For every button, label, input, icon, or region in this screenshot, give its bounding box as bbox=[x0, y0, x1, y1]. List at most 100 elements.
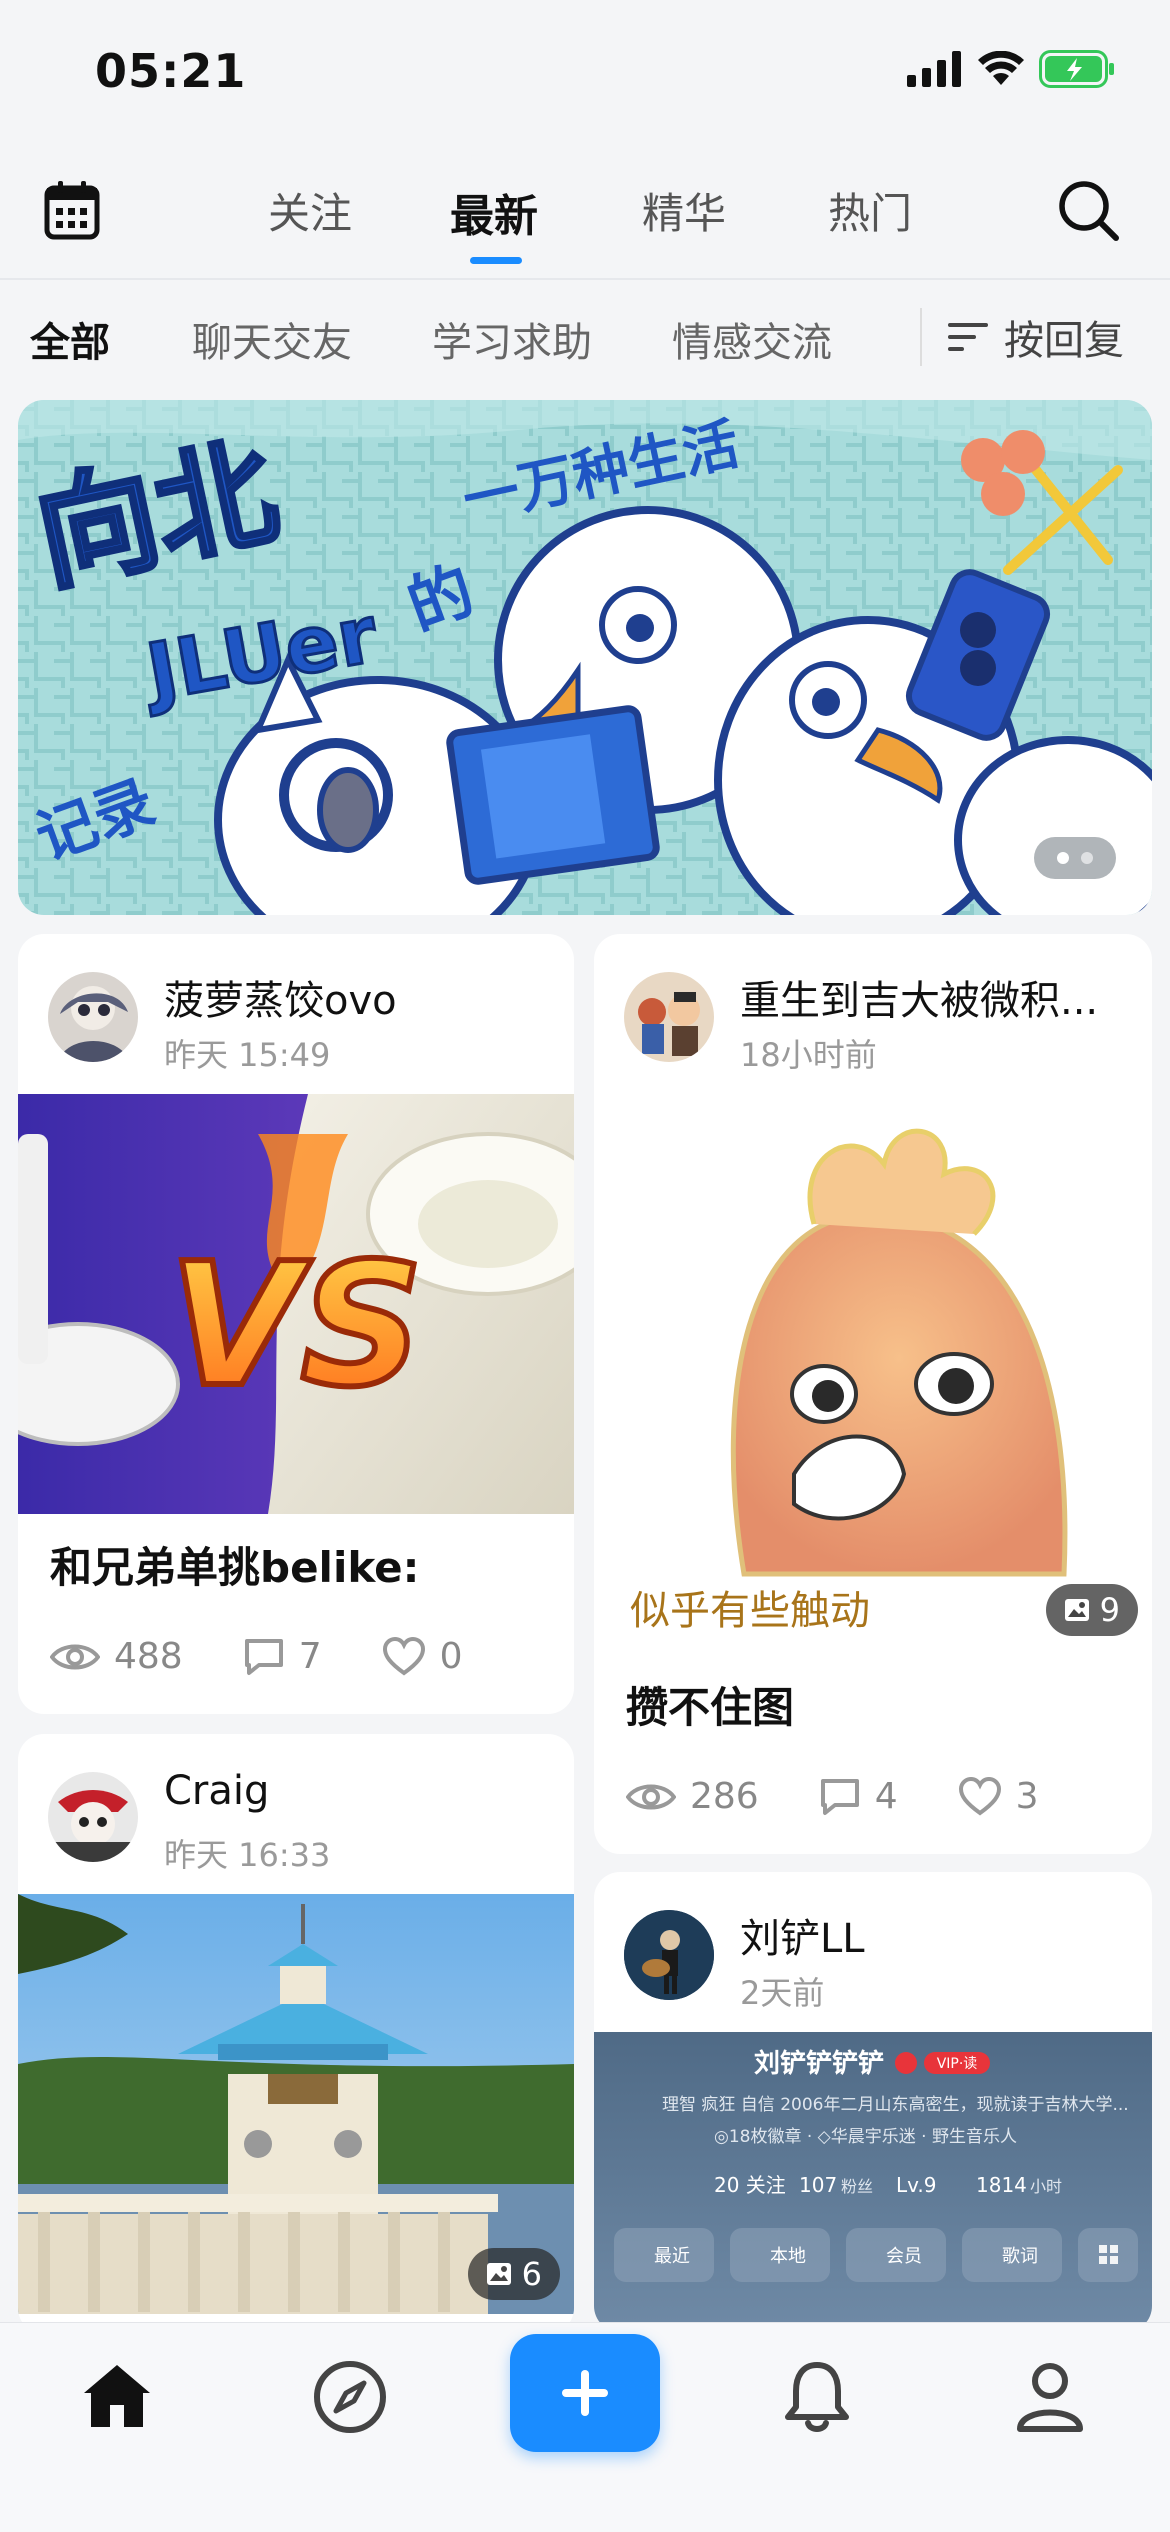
profile-icon bbox=[1017, 2363, 1083, 2432]
tab-follow[interactable]: 关注 bbox=[268, 180, 352, 241]
top-tabs: 关注 最新 精华 热门 bbox=[0, 150, 1170, 280]
shot-bio: 理智 疯狂 自信 2006年二月山东高密生，现就读于吉林大学... bbox=[662, 2095, 1129, 2115]
like-count-value: 0 bbox=[439, 1636, 463, 1677]
sort-icon bbox=[948, 323, 988, 351]
category-row: 全部 聊天交友 学习求助 情感交流 按回复 bbox=[0, 280, 1170, 390]
wifi-icon bbox=[978, 51, 1024, 85]
battery-icon bbox=[1039, 50, 1114, 88]
like-count[interactable]: 3 bbox=[958, 1776, 1039, 1817]
comment-count[interactable]: 4 bbox=[819, 1776, 898, 1817]
shot-fans-num: 107 bbox=[799, 2173, 837, 2197]
post-author[interactable]: 重生到吉大被微积... bbox=[740, 968, 1098, 1026]
eye-icon bbox=[626, 1784, 676, 1809]
post-card[interactable]: 菠萝蒸饺ovo 昨天 15:49 VS 和兄弟单挑belike: 488 7 0 bbox=[18, 934, 574, 1714]
post-title[interactable]: 攒不住图 bbox=[626, 1674, 794, 1735]
post-stats: 488 7 0 bbox=[50, 1636, 523, 1677]
avatar[interactable] bbox=[624, 972, 714, 1062]
post-time: 昨天 15:49 bbox=[164, 1036, 331, 1074]
shot-name: 刘铲铲铲铲 bbox=[754, 2049, 884, 2079]
shot-follow: 20 关注 bbox=[714, 2173, 786, 2197]
signal-icon bbox=[907, 51, 961, 87]
post-author[interactable]: 刘铲LL bbox=[740, 1906, 865, 1964]
shot-fans-label: 粉丝 bbox=[841, 2177, 873, 2196]
post-image[interactable]: VS bbox=[18, 1094, 574, 1514]
heart-icon bbox=[958, 1776, 1001, 1815]
view-count: 488 bbox=[50, 1636, 183, 1677]
post-title[interactable]: 和兄弟单挑belike: bbox=[50, 1534, 419, 1595]
post-image[interactable]: 6 bbox=[18, 1894, 574, 2314]
shot-hours-label: 小时 bbox=[1030, 2177, 1062, 2196]
post-time: 18小时前 bbox=[740, 1036, 877, 1074]
comment-icon bbox=[820, 1778, 859, 1815]
tab-notifications[interactable] bbox=[782, 2359, 852, 2441]
post-time: 昨天 16:33 bbox=[164, 1836, 331, 1874]
category-study[interactable]: 学习求助 bbox=[432, 310, 592, 368]
vs-text: VS bbox=[169, 1227, 423, 1425]
shot-btn-vip: 会员 bbox=[886, 2246, 922, 2267]
comment-count-value: 7 bbox=[298, 1636, 322, 1677]
like-count-value: 3 bbox=[1015, 1776, 1039, 1817]
avatar[interactable] bbox=[624, 1910, 714, 2000]
avatar[interactable] bbox=[48, 1772, 138, 1862]
banner-dot-active bbox=[1057, 852, 1069, 864]
banner-dot bbox=[1081, 852, 1093, 864]
home-icon bbox=[84, 2365, 150, 2427]
status-time: 05:21 bbox=[95, 44, 247, 98]
tab-featured[interactable]: 精华 bbox=[642, 180, 726, 241]
tab-profile[interactable] bbox=[1012, 2359, 1088, 2439]
avatar[interactable] bbox=[48, 972, 138, 1062]
post-author[interactable]: 菠萝蒸饺ovo bbox=[164, 968, 397, 1026]
like-count[interactable]: 0 bbox=[382, 1636, 463, 1677]
image-icon bbox=[1064, 1599, 1089, 1621]
shot-badge: VIP·读 bbox=[937, 2055, 978, 2072]
compass-icon bbox=[314, 2361, 386, 2433]
category-emotion[interactable]: 情感交流 bbox=[672, 310, 832, 368]
post-time: 2天前 bbox=[740, 1974, 825, 2012]
image-caption: 似乎有些触动 bbox=[630, 1588, 870, 1634]
comment-count-value: 4 bbox=[874, 1776, 898, 1817]
category-all[interactable]: 全部 bbox=[30, 310, 110, 368]
search-icon bbox=[1059, 181, 1119, 241]
view-count: 286 bbox=[626, 1776, 759, 1817]
tab-hot[interactable]: 热门 bbox=[828, 180, 912, 241]
sort-label: 按回复 bbox=[1004, 318, 1124, 364]
post-image[interactable]: 似乎有些触动 9 bbox=[594, 1094, 1152, 1650]
post-card[interactable]: 刘铲LL 2天前 刘铲铲铲铲 VIP·读 理智 疯狂 自信 2006年二月山东高… bbox=[594, 1872, 1152, 2332]
image-count-value: 9 bbox=[1099, 1591, 1120, 1629]
shot-btn-recent: 最近 bbox=[654, 2246, 690, 2267]
search-button[interactable] bbox=[1056, 178, 1120, 246]
banner-carousel[interactable]: 向北 JLUer 记录 的 一万种生活 bbox=[18, 400, 1152, 915]
image-count-value: 6 bbox=[521, 2255, 542, 2293]
bell-icon bbox=[785, 2362, 849, 2432]
shot-btn-local: 本地 bbox=[770, 2246, 806, 2267]
status-bar: 05:21 bbox=[0, 0, 1170, 150]
banner-pagination bbox=[1034, 837, 1116, 879]
shot-level: Lv.9 bbox=[896, 2173, 937, 2197]
post-image[interactable]: 刘铲铲铲铲 VIP·读 理智 疯狂 自信 2006年二月山东高密生，现就读于吉林… bbox=[594, 2032, 1152, 2332]
post-card[interactable]: 重生到吉大被微积... 18小时前 似乎有些触动 9 攒不住图 286 4 3 bbox=[594, 934, 1152, 1854]
create-post-button[interactable] bbox=[510, 2334, 660, 2452]
comment-count[interactable]: 7 bbox=[243, 1636, 322, 1677]
shot-btn-lyrics: 歌词 bbox=[1002, 2246, 1038, 2267]
post-author[interactable]: Craig bbox=[164, 1768, 269, 1814]
shot-hours-num: 1814 bbox=[976, 2173, 1027, 2197]
status-icons bbox=[907, 50, 1115, 88]
comment-icon bbox=[244, 1638, 283, 1675]
tab-latest[interactable]: 最新 bbox=[450, 180, 538, 244]
tab-discover[interactable] bbox=[312, 2359, 388, 2439]
banner-illustration: 向北 JLUer 记录 的 一万种生活 bbox=[18, 400, 1152, 915]
shot-line2: ◎18枚徽章 · ◇华晨宇乐迷 · 野生音乐人 bbox=[714, 2127, 1017, 2147]
heart-icon bbox=[382, 1636, 425, 1675]
post-stats: 286 4 3 bbox=[626, 1776, 1099, 1817]
image-count-badge: 9 bbox=[1045, 1584, 1138, 1636]
post-card[interactable]: Craig 昨天 16:33 6 bbox=[18, 1734, 574, 2334]
top-nav: 关注 最新 精华 热门 bbox=[0, 150, 1170, 280]
view-count-value: 286 bbox=[690, 1776, 759, 1817]
image-count-badge: 6 bbox=[467, 2248, 560, 2300]
tab-home[interactable] bbox=[80, 2359, 154, 2437]
image-icon bbox=[486, 2263, 511, 2285]
plus-icon bbox=[562, 2370, 608, 2416]
sort-button[interactable]: 按回复 bbox=[920, 308, 1124, 366]
view-count-value: 488 bbox=[114, 1636, 183, 1677]
category-chat[interactable]: 聊天交友 bbox=[192, 310, 352, 368]
